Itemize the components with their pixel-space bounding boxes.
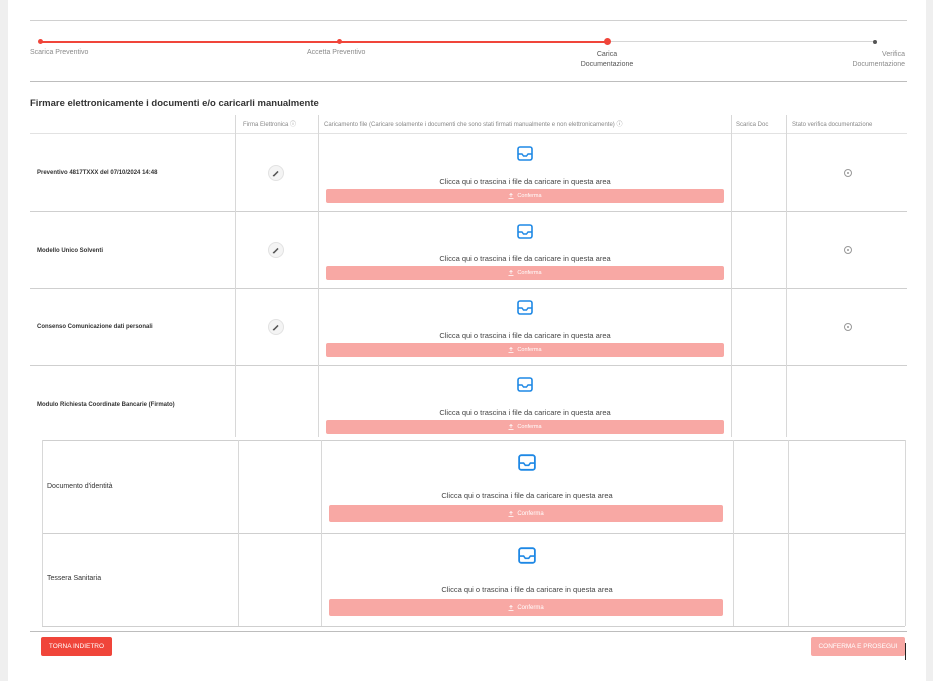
upload-arrow-icon xyxy=(508,510,514,517)
step-label-3-line1: Carica xyxy=(596,51,618,58)
row-label: Documento d'identità xyxy=(47,483,113,490)
drop-zone-text[interactable]: Clicca qui o trascina i file da caricare… xyxy=(327,408,723,417)
confirm-upload-button[interactable]: Conferma xyxy=(326,420,724,434)
header-download: Scarica Doc xyxy=(736,122,769,128)
back-button[interactable]: TORNA INDIETRO xyxy=(41,637,112,656)
step-label-3-line2: Documentazione xyxy=(580,61,634,68)
drop-zone-text[interactable]: Clicca qui o trascina i file da caricare… xyxy=(329,491,725,500)
upload-arrow-icon xyxy=(508,347,514,353)
confirm-label: Conferma xyxy=(517,604,544,611)
text-cursor xyxy=(905,643,906,660)
header-upload: Caricamento file (Caricare solamente i d… xyxy=(324,122,623,128)
row-label: Tessera Sanitaria xyxy=(47,575,102,582)
upload-arrow-icon xyxy=(508,193,514,199)
stepper-line-pending xyxy=(607,41,875,42)
electronic-sign-button[interactable] xyxy=(268,319,284,335)
confirm-and-continue-button[interactable]: CONFERMA E PROSEGUI xyxy=(811,637,905,656)
drop-zone-text[interactable]: Clicca qui o trascina i file da caricare… xyxy=(327,177,723,186)
step-dot-1 xyxy=(38,39,43,44)
pen-icon xyxy=(272,170,279,177)
header-status: Stato verifica documentazione xyxy=(792,122,873,128)
row-label: Consenso Comunicazione dati personali xyxy=(37,324,153,330)
row-label: Modulo Richiesta Coordinate Bancarie (Fi… xyxy=(37,402,175,408)
confirm-label: Conferma xyxy=(517,424,542,430)
step-dot-2 xyxy=(337,39,342,44)
step-dot-3 xyxy=(604,38,611,45)
section-title: Firmare elettronicamente i documenti e/o… xyxy=(30,98,319,109)
status-pending-icon xyxy=(844,246,852,254)
drop-zone-text[interactable]: Clicca qui o trascina i file da caricare… xyxy=(327,254,723,263)
step-label-1[interactable]: Scarica Preventivo xyxy=(30,48,88,58)
row-label: Preventivo 4817TXXX del 07/10/2024 14:48 xyxy=(37,170,158,176)
step-label-2[interactable]: Accetta Preventivo xyxy=(307,48,365,58)
step-dot-4 xyxy=(873,40,877,44)
status-pending-icon xyxy=(844,323,852,331)
confirm-upload-button[interactable]: Conferma xyxy=(326,189,724,203)
pen-icon xyxy=(272,247,279,254)
pen-icon xyxy=(272,324,279,331)
stepper-divider xyxy=(30,81,907,82)
confirm-upload-button[interactable]: Conferma xyxy=(326,343,724,357)
inbox-upload-icon[interactable] xyxy=(517,377,533,392)
step-label-3[interactable]: Carica Documentazione xyxy=(562,50,652,70)
confirm-label: Conferma xyxy=(517,510,544,517)
inbox-upload-icon[interactable] xyxy=(518,547,536,564)
electronic-sign-button[interactable] xyxy=(268,165,284,181)
upload-arrow-icon xyxy=(508,424,514,430)
step-label-4[interactable]: Verifica Documentazione xyxy=(805,50,905,70)
electronic-sign-button[interactable] xyxy=(268,242,284,258)
confirm-label: Conferma xyxy=(517,270,542,276)
upload-arrow-icon xyxy=(508,270,514,276)
inbox-upload-icon[interactable] xyxy=(517,146,533,161)
confirm-upload-button[interactable]: Conferma xyxy=(326,266,724,280)
confirm-label: Conferma xyxy=(517,193,542,199)
drop-zone-text[interactable]: Clicca qui o trascina i file da caricare… xyxy=(327,331,723,340)
upload-arrow-icon xyxy=(508,604,514,611)
step-label-4-line1: Verifica xyxy=(882,51,905,58)
header-sign: Firma Elettronica ⓘ xyxy=(243,122,297,128)
inbox-upload-icon[interactable] xyxy=(518,454,536,471)
inbox-upload-icon[interactable] xyxy=(517,300,533,315)
confirm-upload-button[interactable]: Conferma xyxy=(329,505,723,522)
confirm-upload-button[interactable]: Conferma xyxy=(329,599,723,616)
step-label-4-line2: Documentazione xyxy=(852,61,905,68)
status-pending-icon xyxy=(844,169,852,177)
drop-zone-text[interactable]: Clicca qui o trascina i file da caricare… xyxy=(329,585,725,594)
confirm-label: Conferma xyxy=(517,347,542,353)
row-label: Modello Unico Solventi xyxy=(37,248,104,254)
top-divider xyxy=(30,20,907,21)
stepper-line-done xyxy=(40,41,607,43)
inbox-upload-icon[interactable] xyxy=(517,224,533,239)
